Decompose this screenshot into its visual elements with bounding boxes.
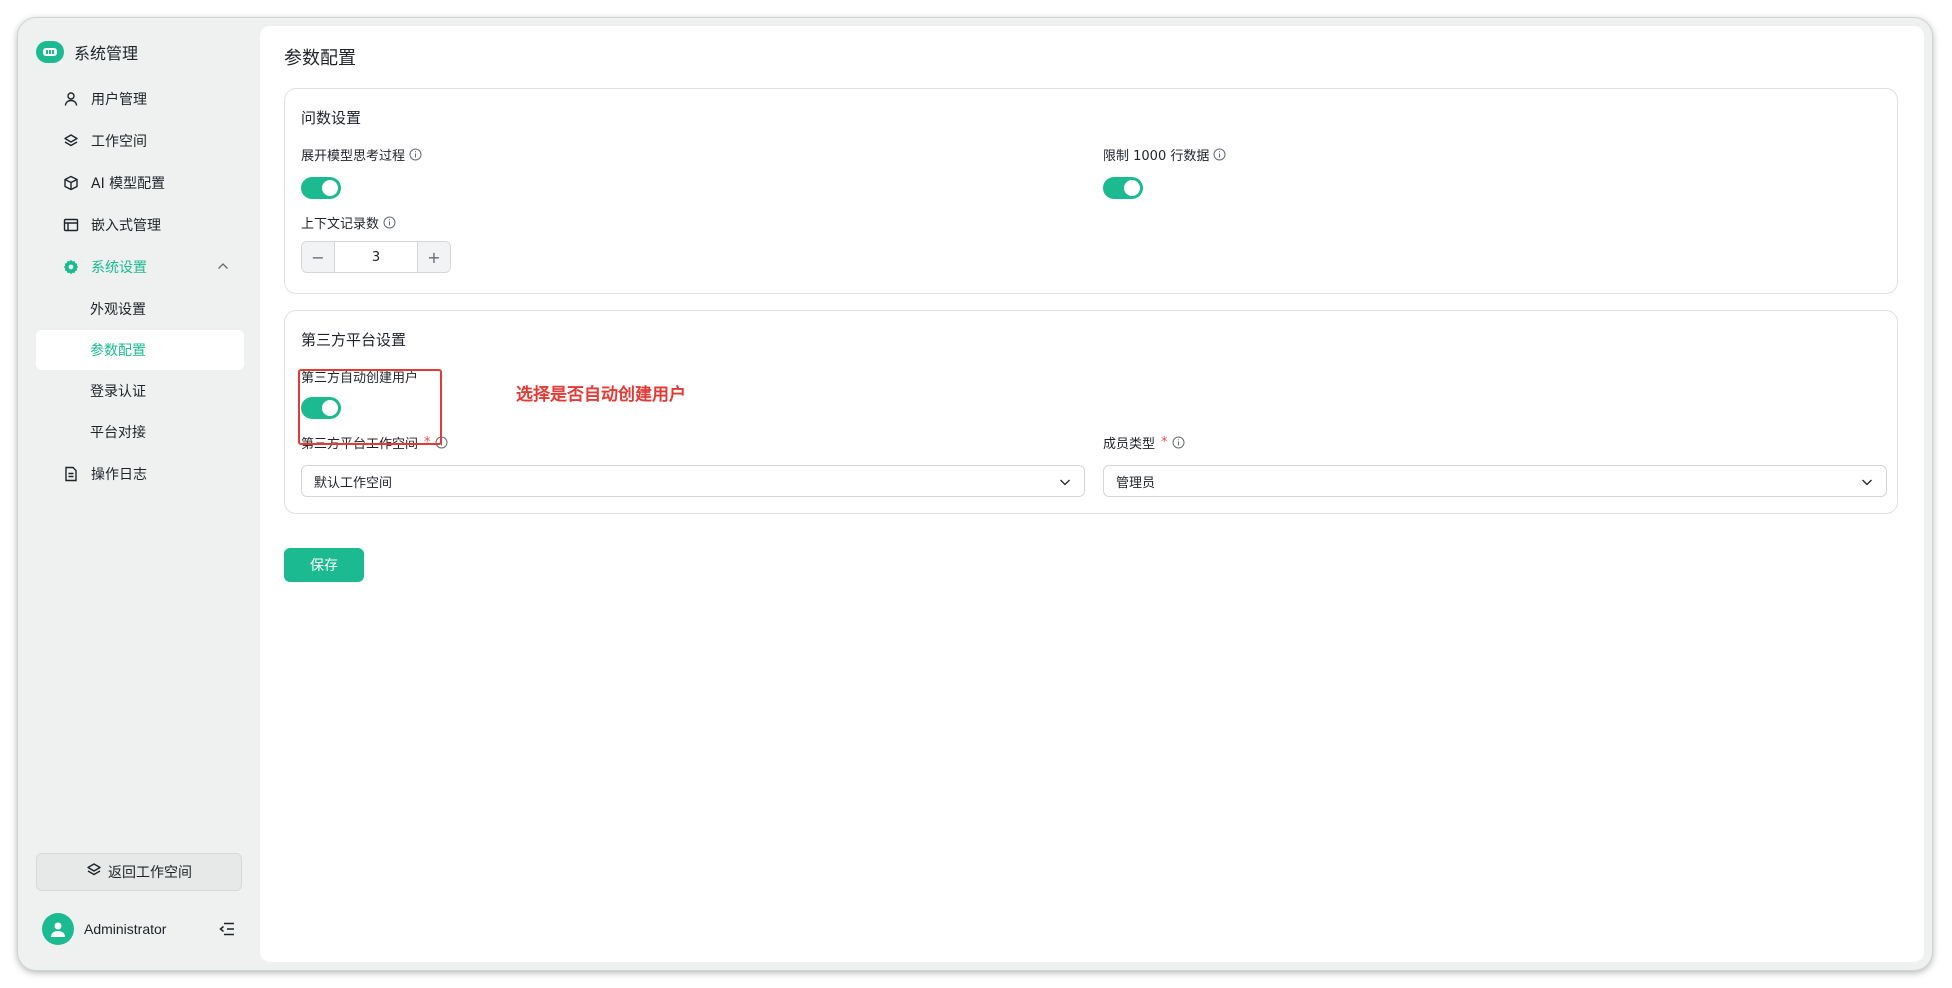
- required-mark: *: [1161, 435, 1168, 450]
- collapse-sidebar-icon[interactable]: [218, 920, 236, 942]
- annotation-highlight-box: [298, 369, 442, 445]
- cube-icon: [62, 174, 80, 192]
- sidebar-item-system-settings[interactable]: 系统设置: [36, 246, 244, 288]
- increment-button[interactable]: +: [417, 242, 450, 272]
- user-profile: Administrator: [42, 912, 242, 946]
- sidebar-item-label: 操作日志: [91, 467, 147, 483]
- sidebar-item-label: 系统设置: [91, 260, 147, 276]
- sidebar-subitem-login-auth[interactable]: 登录认证: [36, 371, 244, 411]
- user-icon: [62, 90, 80, 108]
- layers-icon: [86, 862, 102, 882]
- member-type-select[interactable]: 管理员: [1103, 465, 1887, 497]
- limit-rows-label: 限制 1000 行数据: [1103, 145, 1226, 164]
- context-count-label: 上下文记录数: [301, 213, 396, 232]
- sidebar-subitem-parameters[interactable]: 参数配置: [36, 330, 244, 370]
- avatar[interactable]: [42, 913, 74, 945]
- limit-rows-toggle[interactable]: [1103, 177, 1143, 199]
- select-value: 管理员: [1116, 475, 1156, 491]
- page-title: 参数配置: [284, 48, 356, 69]
- window-icon: [62, 216, 80, 234]
- select-value: 默认工作空间: [314, 475, 393, 491]
- chevron-down-icon: [1058, 475, 1072, 493]
- info-icon[interactable]: [409, 148, 422, 161]
- label-text: 上下文记录数: [301, 217, 380, 232]
- label-text: 限制 1000 行数据: [1103, 149, 1210, 164]
- return-workspace-button[interactable]: 返回工作空间: [36, 853, 242, 891]
- sidebar-item-ai-model[interactable]: AI 模型配置: [36, 162, 244, 204]
- card-title: 第三方平台设置: [301, 331, 407, 349]
- context-count-stepper[interactable]: − 3 +: [301, 241, 451, 273]
- expand-thinking-label: 展开模型思考过程: [301, 145, 422, 164]
- info-icon[interactable]: [1172, 436, 1185, 449]
- toggle-knob: [322, 180, 338, 196]
- chevron-down-icon: [1860, 475, 1874, 493]
- label-text: 展开模型思考过程: [301, 149, 406, 164]
- sidebar-item-label: 用户管理: [91, 92, 147, 108]
- user-name: Administrator: [84, 921, 167, 937]
- member-type-label: 成员类型 *: [1103, 433, 1185, 452]
- sidebar-item-embedded[interactable]: 嵌入式管理: [36, 204, 244, 246]
- robot-logo-icon: [36, 41, 64, 63]
- card-title: 问数设置: [301, 109, 362, 127]
- app-window: 系统管理 用户管理 工作空间 AI 模型配置 嵌入式管理 系统设置 外观设置 参…: [18, 18, 1932, 970]
- info-icon[interactable]: [1213, 148, 1226, 161]
- sidebar-subitem-platform[interactable]: 平台对接: [36, 412, 244, 452]
- app-title: 系统管理: [74, 44, 139, 63]
- toggle-knob: [1124, 180, 1140, 196]
- sidebar-item-workspace[interactable]: 工作空间: [36, 120, 244, 162]
- brand: 系统管理: [36, 38, 138, 66]
- sidebar-item-label: AI 模型配置: [91, 176, 166, 192]
- decrement-button[interactable]: −: [302, 242, 335, 272]
- info-icon[interactable]: [383, 216, 396, 229]
- qa-settings-card: 问数设置 展开模型思考过程 限制 1000 行数据 上下文记录数 − 3 +: [284, 88, 1898, 294]
- sidebar-subitem-appearance[interactable]: 外观设置: [36, 289, 244, 329]
- gear-icon: [62, 258, 80, 276]
- sidebar-nav: 用户管理 工作空间 AI 模型配置 嵌入式管理 系统设置 外观设置 参数配置 登…: [36, 78, 244, 495]
- main-content: 参数配置 问数设置 展开模型思考过程 限制 1000 行数据 上下文记录数 − …: [260, 26, 1924, 962]
- sidebar-item-users[interactable]: 用户管理: [36, 78, 244, 120]
- chevron-up-icon[interactable]: [216, 259, 230, 277]
- annotation-text: 选择是否自动创建用户: [516, 385, 686, 405]
- document-icon: [62, 465, 80, 483]
- workspace-select[interactable]: 默认工作空间: [301, 465, 1085, 497]
- stepper-value[interactable]: 3: [335, 242, 417, 272]
- sidebar-item-label: 工作空间: [91, 134, 147, 150]
- sidebar: 系统管理 用户管理 工作空间 AI 模型配置 嵌入式管理 系统设置 外观设置 参…: [18, 18, 260, 970]
- third-party-settings-card: 第三方平台设置 第三方自动创建用户 第三方平台工作空间 * 默认工作空间 成员类…: [284, 310, 1898, 514]
- sidebar-item-operation-log[interactable]: 操作日志: [36, 453, 244, 495]
- sidebar-item-label: 嵌入式管理: [91, 218, 161, 234]
- label-text: 成员类型: [1103, 437, 1156, 452]
- return-workspace-label: 返回工作空间: [108, 865, 192, 881]
- expand-thinking-toggle[interactable]: [301, 177, 341, 199]
- layers-icon: [62, 132, 80, 150]
- save-button[interactable]: 保存: [284, 548, 364, 582]
